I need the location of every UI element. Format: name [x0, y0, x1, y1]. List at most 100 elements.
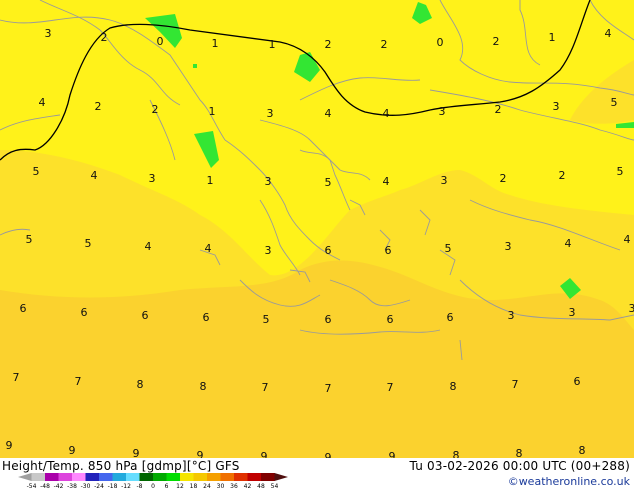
temperature-label: 6 — [203, 311, 210, 324]
scale-swatch — [234, 473, 248, 481]
weather-map: 3201122021442213443235543135432255544366… — [0, 0, 634, 490]
scale-tick-label: 18 — [190, 483, 198, 490]
scale-swatch — [207, 473, 221, 481]
scale-tick-label: 12 — [176, 483, 184, 490]
temperature-label: 2 — [495, 103, 502, 116]
temperature-label: 3 — [553, 100, 560, 113]
scale-swatch — [274, 473, 288, 481]
temperature-label: 6 — [81, 306, 88, 319]
temperature-label: 6 — [387, 313, 394, 326]
credit-link[interactable]: ©weatheronline.co.uk — [508, 475, 630, 488]
color-scale-legend: -54 -48 -42 -38 -30 -24 -18 -12 -8 0 6 12 18 24 30 36 42… — [18, 473, 288, 490]
temperature-label: 6 — [325, 313, 332, 326]
temperature-label: 2 — [381, 38, 388, 51]
scale-swatch — [72, 473, 86, 481]
scale-swatch — [220, 473, 235, 481]
temperature-label: 4 — [205, 242, 212, 255]
temperature-label: 7 — [13, 371, 20, 384]
scale-tick-label: -24 — [94, 483, 104, 490]
scale-tick-label: 30 — [217, 483, 225, 490]
temperature-label: 0 — [157, 35, 164, 48]
temperature-label: 2 — [325, 38, 332, 51]
scale-tick-label: -8 — [137, 483, 143, 490]
scale-swatch — [126, 473, 140, 481]
scale-swatch — [31, 473, 46, 481]
temperature-label: 4 — [383, 175, 390, 188]
temperature-label: 1 — [212, 37, 219, 50]
temperature-label: 8 — [137, 378, 144, 391]
temperature-label: 4 — [383, 107, 390, 120]
temperature-label: 1 — [269, 38, 276, 51]
temperature-label: 7 — [387, 381, 394, 394]
scale-swatch — [247, 473, 262, 481]
scale-swatch — [193, 473, 208, 481]
temperature-label: 5 — [263, 313, 270, 326]
temperature-label: 6 — [20, 302, 27, 315]
scale-tick-label: 0 — [151, 483, 155, 490]
scale-tick-label: -18 — [108, 483, 118, 490]
scale-tick-label: -12 — [121, 483, 131, 490]
temperature-label: 6 — [142, 309, 149, 322]
temperature-label: 8 — [200, 380, 207, 393]
temperature-label: 6 — [325, 244, 332, 257]
temperature-label: 1 — [207, 174, 214, 187]
temperature-label: 3 — [45, 27, 52, 40]
temperature-label: 3 — [569, 306, 576, 319]
temperature-label: 4 — [145, 240, 152, 253]
temperature-label: 4 — [605, 27, 612, 40]
valid-time: Tu 03-02-2026 00:00 UTC (00+288) — [409, 459, 630, 473]
temperature-label: 7 — [325, 382, 332, 395]
scale-swatch — [166, 473, 181, 481]
temperature-label: 8 — [450, 380, 457, 393]
scale-swatch — [139, 473, 154, 481]
map-footer: Height/Temp. 850 hPa [gdmp][°C] GFS Tu 0… — [0, 458, 634, 490]
scale-tick-label: 42 — [244, 483, 252, 490]
temperature-label: 3 — [265, 244, 272, 257]
temperature-label: 3 — [441, 174, 448, 187]
scale-swatch — [18, 473, 32, 481]
scale-swatch — [153, 473, 167, 481]
temperature-label: 6 — [447, 311, 454, 324]
temperature-label: 3 — [265, 175, 272, 188]
temperature-label: 6 — [385, 244, 392, 257]
map-title: Height/Temp. 850 hPa [gdmp][°C] GFS — [2, 459, 240, 473]
scale-swatch — [180, 473, 194, 481]
temperature-label: 3 — [149, 172, 156, 185]
temperature-label: 5 — [611, 96, 618, 109]
temperature-label: 3 — [267, 107, 274, 120]
temperature-label: 3 — [505, 240, 512, 253]
temperature-label: 2 — [500, 172, 507, 185]
temperature-label: 4 — [91, 169, 98, 182]
temperature-band-below-0 — [193, 64, 197, 68]
temperature-label: 2 — [101, 31, 108, 44]
temperature-label: 2 — [559, 169, 566, 182]
temperature-label: 5 — [445, 242, 452, 255]
temperature-label: 3 — [508, 309, 515, 322]
scale-tick-label: 24 — [203, 483, 211, 490]
temperature-label: 7 — [75, 375, 82, 388]
temperature-label: 2 — [152, 103, 159, 116]
scale-tick-label: -42 — [54, 483, 64, 490]
scale-tick-label: -38 — [67, 483, 77, 490]
scale-swatch — [45, 473, 59, 481]
temperature-label: 4 — [565, 237, 572, 250]
scale-swatch — [99, 473, 113, 481]
temperature-label: 1 — [209, 105, 216, 118]
scale-tick-label: 48 — [257, 483, 265, 490]
temperature-label: 9 — [69, 444, 76, 457]
temperature-label: 3 — [629, 302, 634, 315]
temperature-label: 5 — [325, 176, 332, 189]
temperature-label: 5 — [26, 233, 33, 246]
scale-tick-label: 36 — [230, 483, 238, 490]
temperature-label: 7 — [512, 378, 519, 391]
scale-tick-label: 54 — [271, 483, 279, 490]
temperature-label: 7 — [262, 381, 269, 394]
scale-tick-label: -54 — [27, 483, 37, 490]
scale-swatch — [58, 473, 73, 481]
temperature-label: 3 — [439, 105, 446, 118]
scale-tick-label: -30 — [81, 483, 91, 490]
temperature-label: 4 — [39, 96, 46, 109]
temperature-label: 2 — [95, 100, 102, 113]
scale-swatch — [112, 473, 127, 481]
temperature-label: 5 — [85, 237, 92, 250]
